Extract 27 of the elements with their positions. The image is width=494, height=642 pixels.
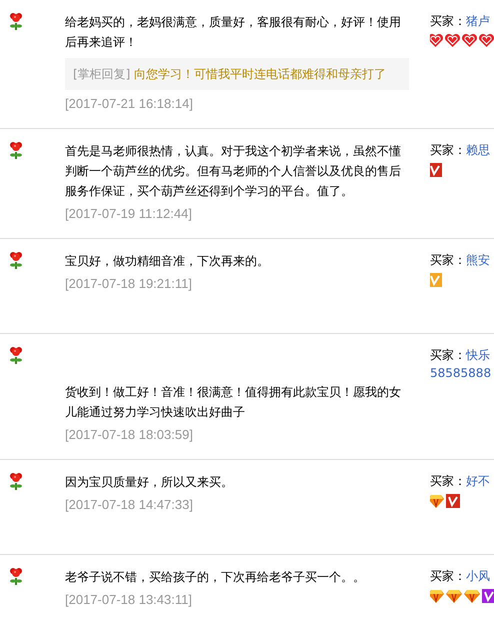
- buyer-label: 买家：: [430, 14, 466, 28]
- buyer-name[interactable]: 好不: [466, 474, 490, 488]
- review-text: 因为宝贝质量好，所以又来买。: [65, 474, 234, 491]
- buyer-label: 买家：: [430, 474, 466, 488]
- review-date: [2017-07-19 11:12:44]: [65, 205, 193, 223]
- review-text: 货收到！做工好！音准！很满意！值得拥有此款宝贝！愿我的女儿能通过努力学习快速吹出好曲子: [65, 384, 402, 421]
- review-text: 给老妈买的，老妈很满意，质量好，客服很有耐心，好评！使用后再来追评！: [65, 14, 402, 51]
- review-text: 老爷子说不错，买给孩子的，下次再给老爷子买一个。。: [65, 569, 366, 586]
- review-date: [2017-07-18 19:21:11]: [65, 275, 193, 293]
- review-text: 宝贝好，做功精细音准，下次再来的。: [65, 253, 270, 270]
- buyer-label: 买家：: [430, 348, 466, 362]
- buyer-name[interactable]: 小风: [466, 569, 490, 583]
- buyer-name[interactable]: 58585888: [430, 366, 492, 380]
- review-date: [2017-07-18 14:47:33]: [65, 496, 194, 514]
- buyer-name[interactable]: 快乐: [466, 348, 490, 362]
- buyer-name[interactable]: 赖思: [466, 143, 490, 157]
- review-text: 首先是马老师很热情，认真。对于我这个初学者来说，虽然不懂判断一个葫芦丝的优劣。但有马老师的个人信誉以及优良的售后服务作保证，买个葫芦丝还得到个学习的平台。值了。: [65, 143, 402, 200]
- buyer-name[interactable]: 熊安: [466, 253, 490, 267]
- buyer-label: 买家：: [430, 569, 466, 583]
- buyer-label: 买家：: [430, 253, 466, 267]
- reply-label: [掌柜回复]: [73, 67, 130, 81]
- buyer-label: 买家：: [430, 143, 466, 157]
- reply-text: 向您学习！可惜我平时连电话都难得和母亲打了: [134, 67, 386, 81]
- buyer-name[interactable]: 猪卢: [466, 14, 490, 28]
- review-date: [2017-07-18 13:43:11]: [65, 591, 193, 609]
- review-date: [2017-07-18 18:03:59]: [65, 426, 194, 444]
- review-date: [2017-07-21 16:18:14]: [65, 95, 194, 113]
